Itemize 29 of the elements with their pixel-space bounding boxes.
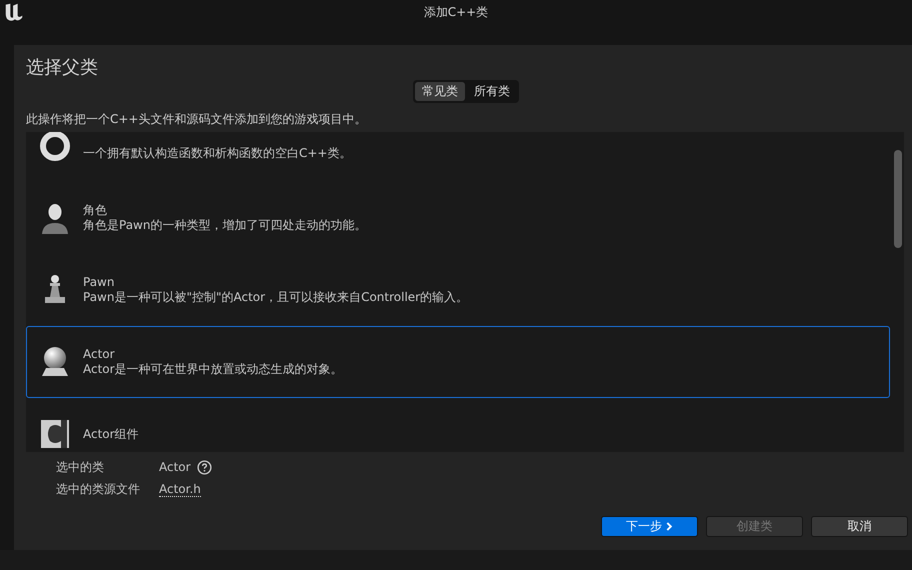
selected-class-value: Actor: [159, 460, 191, 474]
class-list-item[interactable]: Actor Actor是一种可在世界中放置或动态生成的对象。: [26, 326, 890, 398]
class-description: 一个拥有默认构造函数和析构函数的空白C++类。: [83, 146, 352, 161]
class-description: 角色是Pawn的一种类型，增加了可四处走动的功能。: [83, 218, 366, 233]
logo-icon: [3, 1, 25, 23]
dialog-button[interactable]: 取消: [811, 516, 908, 537]
class-description: Pawn是一种可以被"控制"的Actor，且可以接收来自Controller的输入。: [83, 290, 468, 305]
class-list-item[interactable]: 角色 角色是Pawn的一种类型，增加了可四处走动的功能。: [26, 182, 890, 254]
scrollbar-thumb[interactable]: [894, 150, 902, 248]
source-file-link[interactable]: Actor.h: [159, 482, 201, 496]
dialog-description: 此操作将把一个C++头文件和源码文件添加到您的游戏项目中。: [26, 111, 366, 127]
help-icon[interactable]: [196, 460, 212, 474]
class-list-item[interactable]: Pawn Pawn是一种可以被"控制"的Actor，且可以接收来自Controller的输入。: [26, 254, 890, 326]
class-name: Actor: [83, 347, 115, 362]
tab[interactable]: 所有类: [467, 82, 517, 101]
selected-class-label: 选中的类: [56, 458, 105, 476]
class-list-item[interactable]: 一个拥有默认构造函数和析构函数的空白C++类。: [26, 132, 890, 182]
class-list-item[interactable]: Actor组件: [26, 398, 890, 452]
class-description: Actor是一种可在世界中放置或动态生成的对象。: [83, 362, 343, 377]
class-name: 角色: [83, 203, 107, 218]
dialog-heading: 选择父类: [26, 57, 98, 79]
window-title: 添加C++类: [424, 4, 488, 21]
ring-icon: [37, 132, 73, 164]
class-name: Pawn: [83, 275, 114, 290]
tab[interactable]: 常见类: [415, 82, 465, 101]
next-button[interactable]: 下一步: [601, 516, 698, 537]
chevron-right-icon: [666, 522, 673, 531]
source-file-label: 选中的类源文件: [56, 480, 141, 498]
class-name: Actor组件: [83, 426, 139, 442]
